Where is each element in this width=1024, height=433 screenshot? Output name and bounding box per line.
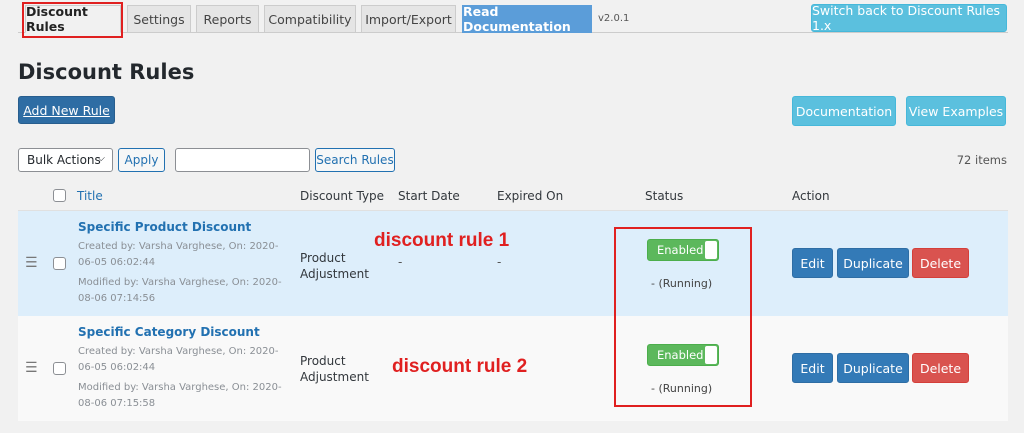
delete-button[interactable]: Delete: [912, 248, 969, 278]
tab-reports[interactable]: Reports: [196, 5, 259, 33]
rule-expired-on: -: [497, 255, 502, 269]
column-action: Action: [792, 189, 830, 203]
tab-read-documentation[interactable]: Read Documentation: [462, 4, 592, 34]
page-title: Discount Rules: [18, 60, 195, 84]
rule-title-link[interactable]: Specific Category Discount: [78, 325, 260, 339]
rule-modified-info: Modified by: Varsha Varghese, On: 2020-0…: [78, 382, 282, 409]
edit-button[interactable]: Edit: [792, 353, 833, 383]
items-count: 72 items: [956, 153, 1007, 167]
search-rules-button[interactable]: Search Rules: [315, 148, 395, 172]
annotation-discount-rule-1: discount rule 1: [374, 230, 510, 251]
rule-discount-type-line: Product: [300, 354, 346, 368]
column-discount-type: Discount Type: [300, 189, 385, 203]
rule-start-date: -: [398, 255, 403, 269]
table-row: ☰ Specific Product Discount Created by: …: [18, 211, 1008, 316]
bulk-actions-value: Bulk Actions: [27, 153, 101, 167]
rule-discount-type-line: Adjustment: [300, 370, 369, 384]
drag-handle-icon[interactable]: ☰: [25, 360, 38, 376]
edit-button[interactable]: Edit: [792, 248, 833, 278]
column-title[interactable]: Title: [77, 189, 103, 203]
switch-back-button[interactable]: Switch back to Discount Rules 1.x: [811, 3, 1007, 33]
column-status: Status: [645, 189, 684, 203]
highlight-box-tab: [22, 2, 123, 38]
column-expired-on: Expired On: [497, 189, 564, 203]
table-row-partial: [18, 421, 1008, 433]
rule-title-link[interactable]: Specific Product Discount: [78, 220, 251, 234]
tab-import-export[interactable]: Import/Export: [361, 5, 456, 33]
highlight-box-status: [614, 227, 752, 407]
search-input[interactable]: [175, 148, 310, 172]
duplicate-button[interactable]: Duplicate: [837, 353, 909, 383]
apply-button[interactable]: Apply: [118, 148, 165, 172]
rule-discount-type: Product Adjustment: [300, 353, 369, 385]
view-examples-button[interactable]: View Examples: [906, 96, 1006, 126]
drag-handle-icon[interactable]: ☰: [25, 255, 38, 271]
tab-compatibility[interactable]: Compatibility: [264, 5, 356, 33]
column-start-date: Start Date: [398, 189, 460, 203]
add-new-rule-button[interactable]: Add New Rule: [18, 96, 115, 124]
rule-modified-info: Modified by: Varsha Varghese, On: 2020-0…: [78, 277, 282, 304]
rule-created-info: Created by: Varsha Varghese, On: 2020-06…: [78, 241, 279, 268]
annotation-discount-rule-2: discount rule 2: [392, 356, 528, 377]
version-label: v2.0.1: [598, 13, 630, 24]
rule-discount-type: Product Adjustment: [300, 250, 369, 282]
rule-created-info: Created by: Varsha Varghese, On: 2020-06…: [78, 346, 279, 373]
tab-settings[interactable]: Settings: [127, 5, 191, 33]
chevron-down-icon: ⌵: [97, 153, 105, 164]
duplicate-button[interactable]: Duplicate: [837, 248, 909, 278]
row-checkbox[interactable]: [53, 257, 66, 270]
select-all-checkbox[interactable]: [53, 189, 66, 202]
documentation-button[interactable]: Documentation: [792, 96, 896, 126]
row-checkbox[interactable]: [53, 362, 66, 375]
bulk-actions-select[interactable]: Bulk Actions ⌵: [18, 148, 113, 172]
rule-discount-type-line: Product: [300, 251, 346, 265]
delete-button[interactable]: Delete: [912, 353, 969, 383]
rule-discount-type-line: Adjustment: [300, 267, 369, 281]
table-header: Title Discount Type Start Date Expired O…: [18, 180, 1008, 211]
